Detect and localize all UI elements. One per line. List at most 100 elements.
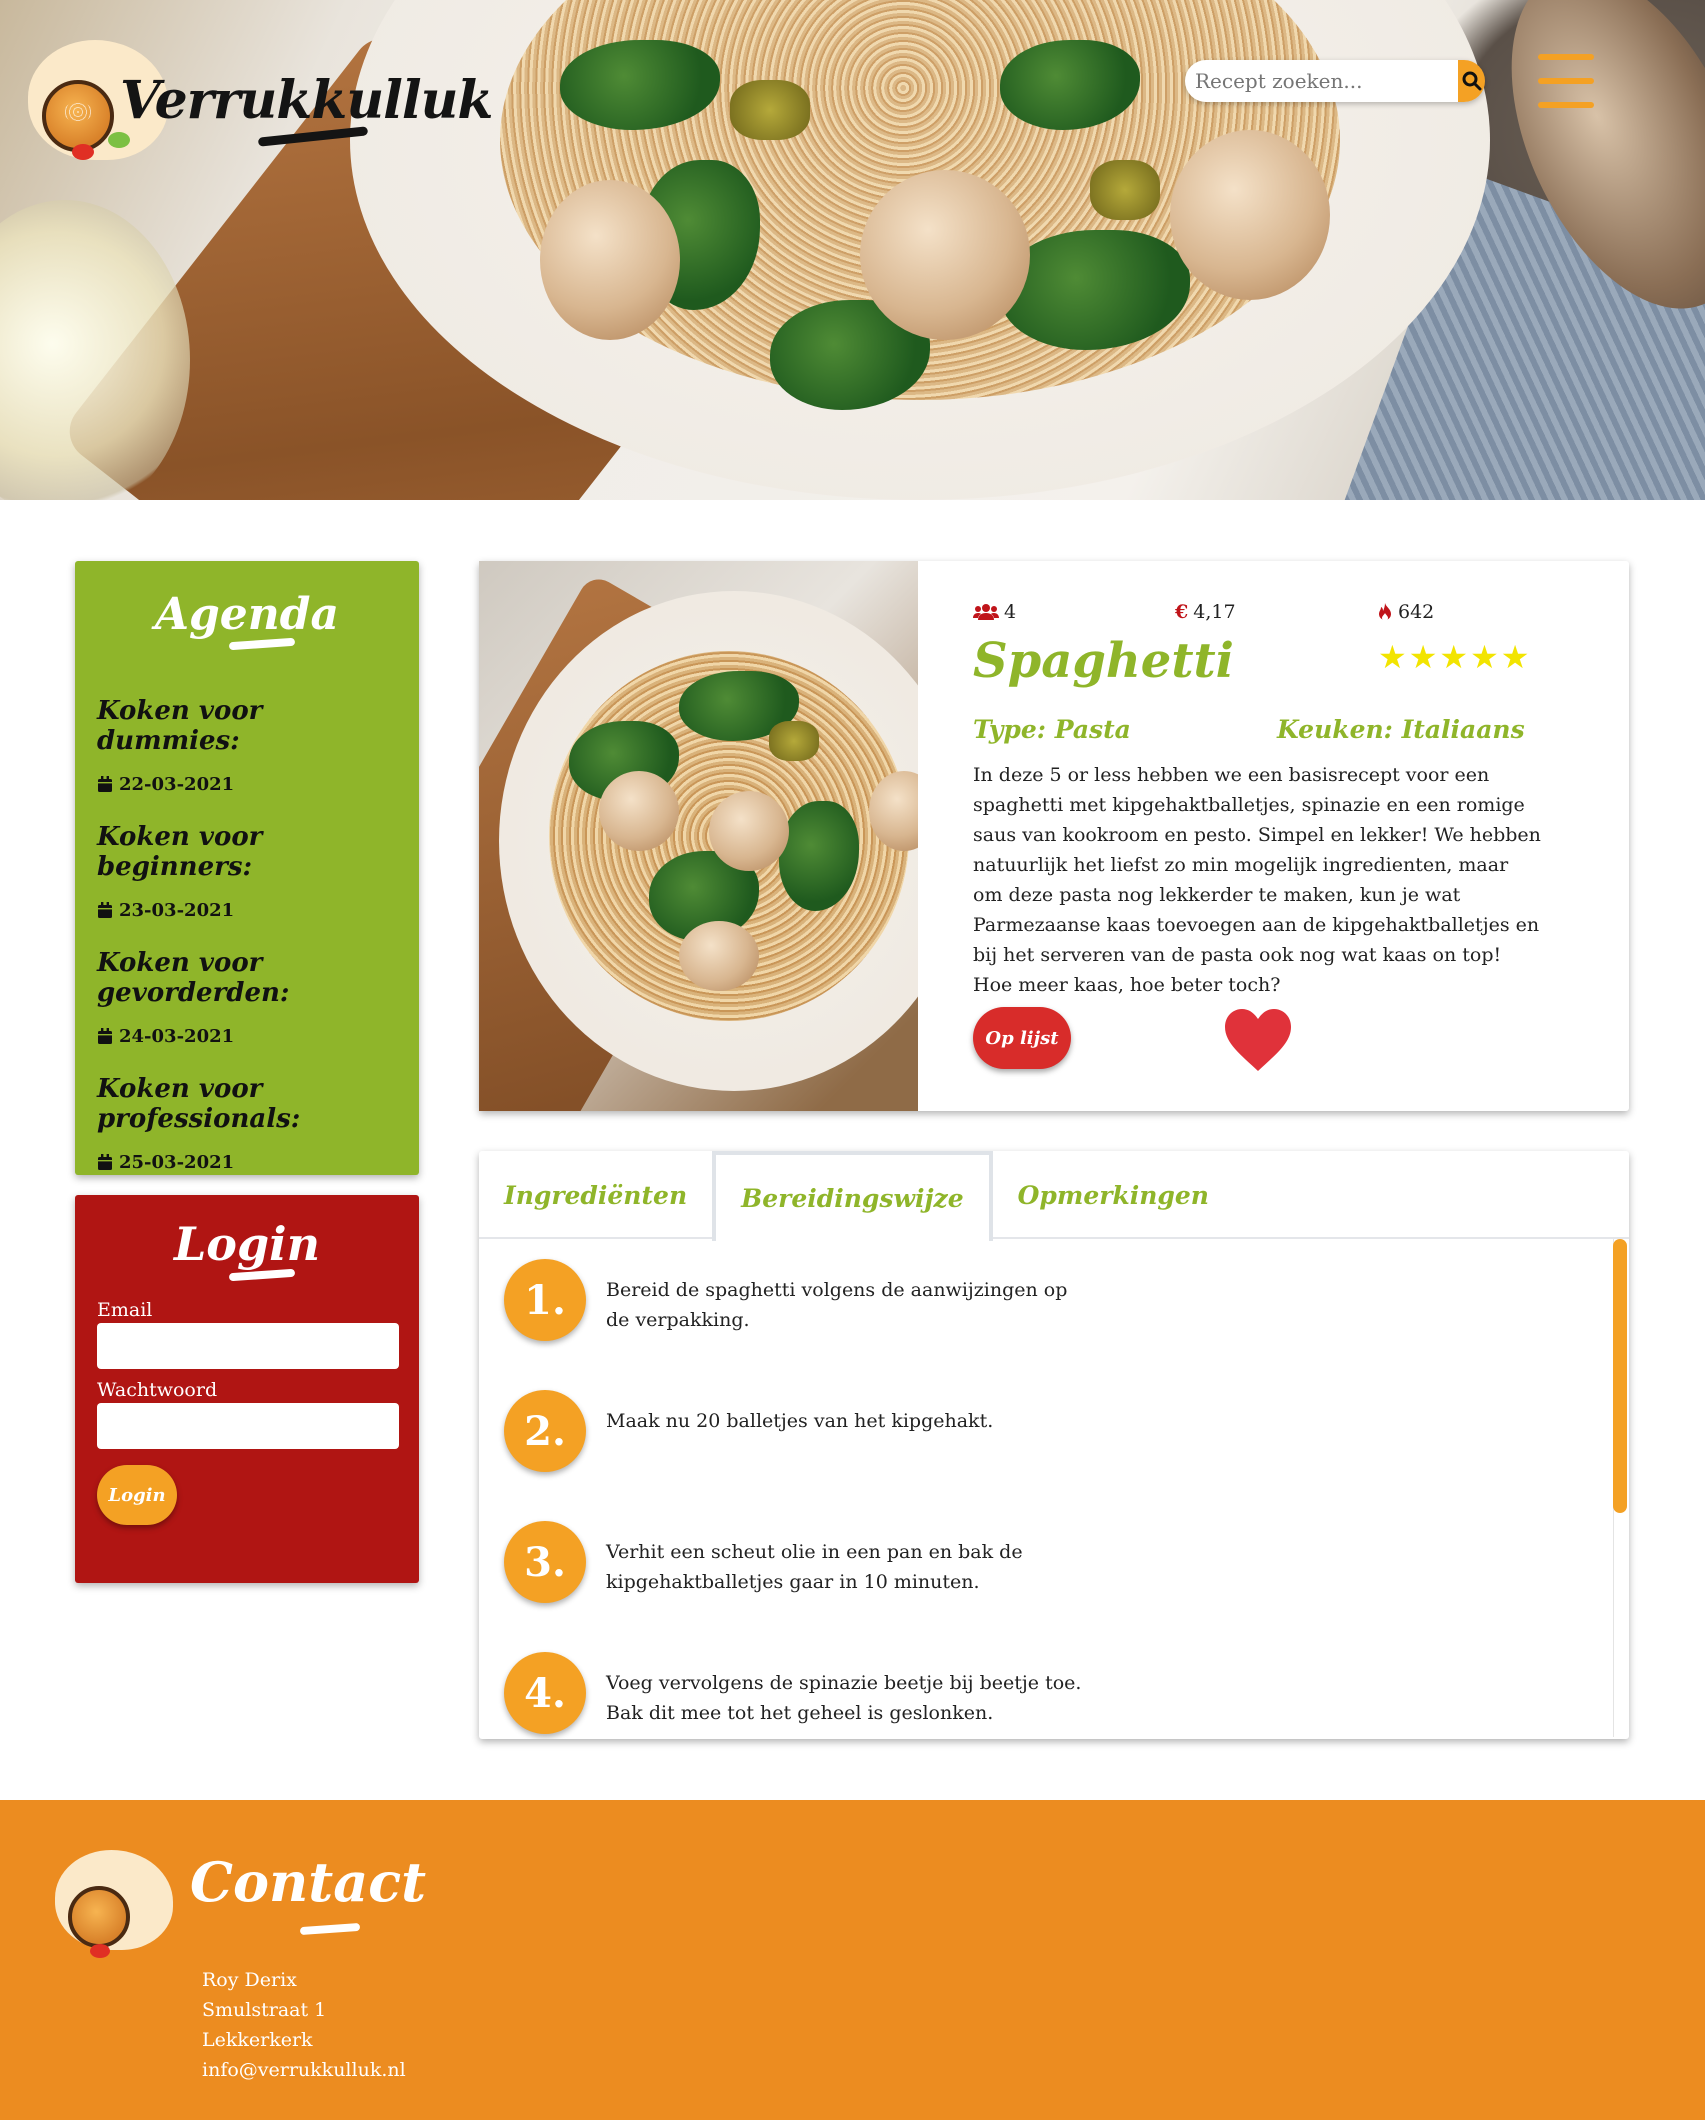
lettuce-icon — [108, 132, 130, 148]
step-item: 1. Bereid de spaghetti volgens de aanwij… — [504, 1259, 1629, 1390]
agenda-item-title: Koken voor professionals: — [97, 1074, 301, 1134]
agenda-item-date: 23-03-2021 — [97, 900, 397, 921]
agenda-item[interactable]: Koken voor dummies: 22-03-2021 — [97, 696, 397, 822]
step-number: 3. — [504, 1521, 586, 1603]
search-input[interactable] — [1185, 60, 1458, 102]
menu-bar — [1538, 102, 1594, 108]
star-icon[interactable]: ★ — [1378, 638, 1407, 676]
agenda-date-text: 25-03-2021 — [119, 1152, 235, 1173]
step-item: 2. Maak nu 20 balletjes van het kipgehak… — [504, 1390, 1629, 1521]
scrollbar-thumb[interactable] — [1613, 1239, 1627, 1513]
hero-wine-glass — [0, 200, 190, 500]
star-icon[interactable]: ★ — [1439, 638, 1468, 676]
agenda-item-date: 25-03-2021 — [97, 1152, 397, 1173]
tomato-icon — [72, 144, 94, 160]
login-panel: Login Email Wachtwoord Login — [75, 1195, 419, 1583]
recipe-image — [479, 561, 918, 1111]
site-logo[interactable]: Verrukkulluk — [28, 40, 493, 160]
contact-details: Roy Derix Smulstraat 1 Lekkerkerk info@v… — [202, 1965, 406, 2085]
hero-meatball — [860, 170, 1030, 340]
menu-bar — [1538, 54, 1594, 60]
footer-burger-icon — [68, 1886, 130, 1948]
hero-meatball — [540, 180, 680, 340]
recipe-meta: Type: Pasta Keuken: Italiaans — [973, 715, 1581, 744]
recipe-image-pesto — [769, 721, 819, 761]
step-text: Verhit een scheut olie in een pan en bak… — [606, 1541, 1023, 1593]
agenda-item[interactable]: Koken voor beginners: 23-03-2021 — [97, 822, 397, 948]
contact-street: Smulstraat 1 — [202, 1999, 327, 2021]
step-text: Voeg vervolgens de spinazie beetje bij b… — [606, 1672, 1082, 1724]
agenda-item-date: 22-03-2021 — [97, 774, 397, 795]
recipe-stats: 4 € 4,17 642 — [973, 601, 1581, 623]
recipe-type: Type: Pasta — [973, 715, 1131, 744]
users-icon — [973, 604, 999, 620]
star-icon[interactable]: ★ — [1409, 638, 1438, 676]
agenda-item-date: 24-03-2021 — [97, 1026, 397, 1047]
heart-icon[interactable] — [1223, 1007, 1293, 1073]
agenda-item[interactable]: Koken voor gevorderden: 24-03-2021 — [97, 948, 397, 1074]
footer-tomato-icon — [90, 1944, 110, 1958]
footer-title: Contact — [190, 1850, 427, 1914]
tab-bar: Ingrediënten Bereidingswijze Opmerkingen — [479, 1151, 1629, 1241]
step-text: Bereid de spaghetti volgens de aanwijzin… — [606, 1279, 1068, 1331]
step-number: 4. — [504, 1652, 586, 1734]
menu-bar — [1538, 78, 1594, 84]
agenda-item-title: Koken voor gevorderden: — [97, 948, 290, 1008]
burger-icon — [42, 80, 114, 152]
euro-icon: € — [1175, 601, 1189, 623]
login-form: Email Wachtwoord Login — [97, 1299, 399, 1525]
agenda-item-title: Koken voor dummies: — [97, 696, 263, 756]
agenda-item[interactable]: Koken voor professionals: 25-03-2021 — [97, 1074, 397, 1200]
rating-stars[interactable]: ★ ★ ★ ★ ★ — [1378, 638, 1529, 676]
recipe-image-meatball — [599, 771, 679, 851]
persons-value: 4 — [1004, 601, 1017, 623]
agenda-date-text: 23-03-2021 — [119, 900, 235, 921]
price-stat: € 4,17 — [1175, 601, 1377, 623]
footer: Contact Roy Derix Smulstraat 1 Lekkerker… — [0, 1800, 1705, 2120]
contact-email[interactable]: info@verrukkulluk.nl — [202, 2055, 406, 2085]
calories-value: 642 — [1398, 601, 1435, 623]
hamburger-menu-icon[interactable] — [1538, 54, 1594, 108]
step-item: 3. Verhit een scheut olie in een pan en … — [504, 1521, 1629, 1652]
recipe-tabs-card: Ingrediënten Bereidingswijze Opmerkingen… — [479, 1151, 1629, 1739]
persons-stat: 4 — [973, 601, 1175, 623]
recipe-description: In deze 5 or less hebben we een basisrec… — [973, 764, 1541, 996]
footer-title-underline — [299, 1922, 361, 1936]
step-number: 2. — [504, 1390, 586, 1472]
hero-meatball — [1170, 130, 1330, 300]
contact-city: Lekkerkerk — [202, 2029, 313, 2051]
contact-name: Roy Derix — [202, 1969, 297, 1991]
calendar-icon — [98, 1154, 112, 1170]
login-button[interactable]: Login — [97, 1465, 177, 1525]
recipe-card: 4 € 4,17 642 ★ ★ ★ ★ ★ Spaghetti Type: Pasta… — [479, 561, 1629, 1111]
tab-remarks[interactable]: Opmerkingen — [993, 1151, 1234, 1239]
logo-text: Verrukkulluk — [120, 70, 493, 131]
search-icon — [1462, 71, 1481, 91]
search-bar — [1185, 60, 1485, 102]
tab-ingredients[interactable]: Ingrediënten — [479, 1151, 712, 1239]
star-icon[interactable]: ★ — [1501, 638, 1530, 676]
password-label: Wachtwoord — [97, 1379, 218, 1401]
tab-preparation[interactable]: Bereidingswijze — [712, 1151, 993, 1241]
email-label: Email — [97, 1299, 153, 1321]
step-text: Maak nu 20 balletjes van het kipgehakt. — [606, 1410, 994, 1432]
agenda-date-text: 22-03-2021 — [119, 774, 235, 795]
add-to-list-button[interactable]: Op lijst — [973, 1007, 1071, 1069]
fire-icon — [1379, 603, 1391, 621]
hero-pesto — [1090, 160, 1160, 220]
step-item: 4. Voeg vervolgens de spinazie beetje bi… — [504, 1652, 1629, 1739]
email-field[interactable] — [97, 1323, 399, 1369]
recipe-info: 4 € 4,17 642 ★ ★ ★ ★ ★ Spaghetti Type: Pasta… — [918, 561, 1629, 1111]
calendar-icon — [98, 776, 112, 792]
step-number: 1. — [504, 1259, 586, 1341]
login-title: Login — [97, 1217, 397, 1271]
star-icon[interactable]: ★ — [1470, 638, 1499, 676]
agenda-panel: Agenda Koken voor dummies: 22-03-2021 Ko… — [75, 561, 419, 1175]
recipe-image-meatball — [679, 921, 759, 991]
hero-pesto — [730, 80, 810, 140]
agenda-list: Koken voor dummies: 22-03-2021 Koken voo… — [97, 696, 397, 1200]
recipe-kitchen: Keuken: Italiaans — [1277, 715, 1525, 744]
calendar-icon — [98, 1028, 112, 1044]
password-field[interactable] — [97, 1403, 399, 1449]
agenda-title: Agenda — [97, 589, 397, 640]
